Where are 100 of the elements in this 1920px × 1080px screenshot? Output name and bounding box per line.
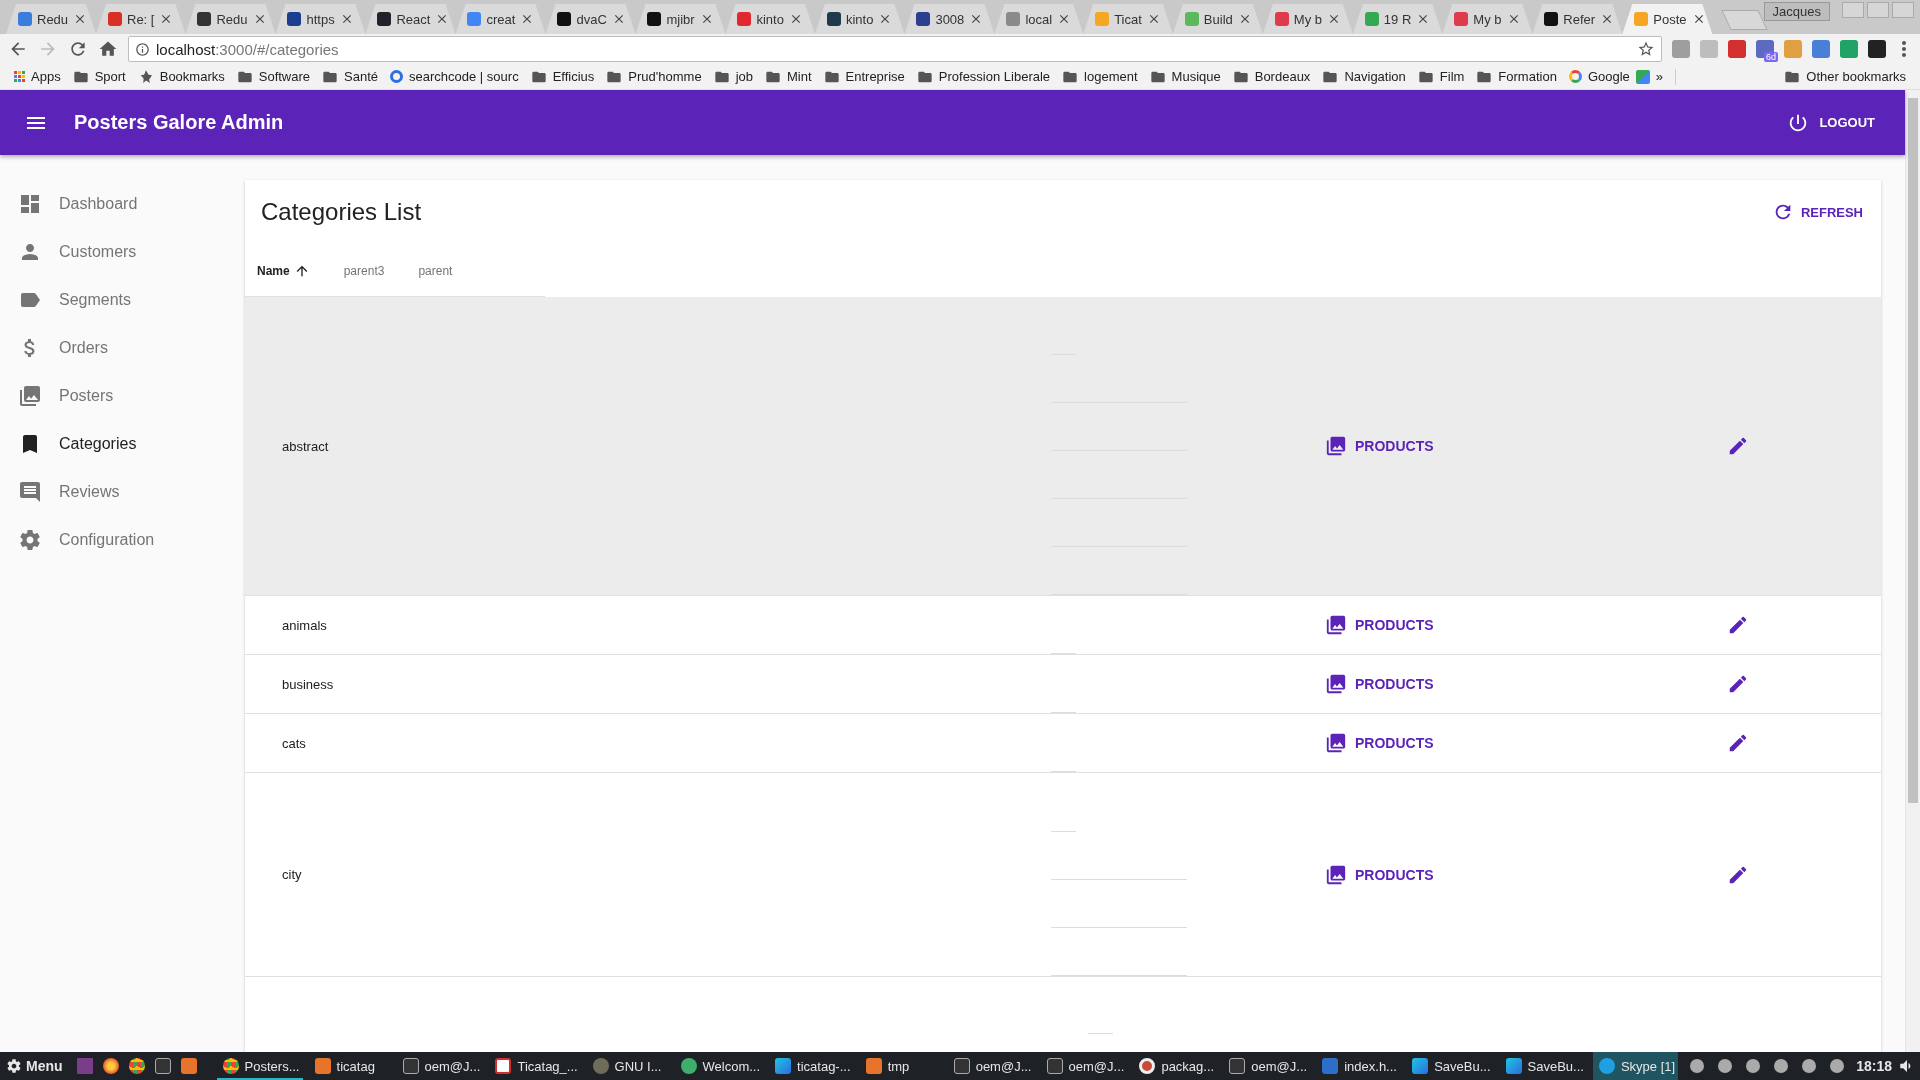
sidebar-item[interactable]: Reviews xyxy=(0,468,245,516)
browser-tab[interactable]: Re: [ xyxy=(96,4,186,34)
bookmark-item[interactable]: Navigation xyxy=(1316,68,1412,85)
browser-tab[interactable]: Poste xyxy=(1622,4,1713,34)
sidebar-item[interactable]: Categories xyxy=(0,420,245,468)
browser-tab[interactable]: Refer xyxy=(1532,4,1623,34)
clock: 18:18 xyxy=(1856,1058,1892,1074)
terminal-icon[interactable] xyxy=(154,1058,171,1074)
products-link[interactable]: PRODUCTS xyxy=(1321,608,1438,642)
browser-tab[interactable]: Redu xyxy=(185,4,276,34)
taskbar-window[interactable]: GNU I... xyxy=(586,1052,669,1080)
table-cell-text: abstract xyxy=(281,438,330,454)
scrollbar-thumb[interactable] xyxy=(1908,98,1918,803)
sidebar-item[interactable]: Dashboard xyxy=(0,180,245,228)
map-icon[interactable] xyxy=(1635,69,1650,84)
bookmark-item[interactable]: Bookmarks xyxy=(131,68,231,85)
taskbar-window[interactable]: Posters... xyxy=(216,1052,303,1080)
sidebar-item[interactable]: Configuration xyxy=(0,516,245,564)
refresh-button[interactable]: REFRESH xyxy=(1765,195,1869,229)
address-field[interactable]: localhost:3000/#/categories xyxy=(128,36,1662,62)
terminal-icon xyxy=(1046,1058,1063,1074)
sidebar-item[interactable]: Segments xyxy=(0,276,245,324)
menu-button[interactable]: Menu xyxy=(4,1058,71,1074)
products-link[interactable]: PRODUCTS xyxy=(1321,726,1438,760)
browser-tab[interactable]: Redu xyxy=(6,4,96,34)
products-link[interactable]: PRODUCTS xyxy=(1321,429,1438,463)
bookmark-item[interactable]: Sport xyxy=(66,68,132,85)
terminal-icon xyxy=(402,1058,419,1074)
logout-button[interactable]: LOGOUT xyxy=(1773,103,1889,142)
column-header[interactable]: parent xyxy=(406,264,475,278)
bookmark-item[interactable]: Entreprise xyxy=(817,68,911,85)
browser-tab[interactable]: React xyxy=(365,4,456,34)
app-title: Posters Galore Admin xyxy=(74,111,285,134)
bookmark-item[interactable]: Apps xyxy=(8,69,67,84)
bookmark-item[interactable]: logement xyxy=(1056,68,1144,85)
bookmark-item[interactable]: Other bookmarks xyxy=(1778,68,1912,85)
bookmark-item[interactable]: Formation xyxy=(1470,68,1563,85)
browser-tab[interactable]: Ticat xyxy=(1083,4,1173,34)
browser-tab[interactable]: My b xyxy=(1442,4,1533,34)
taskbar-window[interactable]: oem@J... xyxy=(1040,1052,1128,1080)
browser-tab[interactable]: My b xyxy=(1262,4,1353,34)
column-header[interactable]: parent3 xyxy=(331,264,407,278)
browser-tab[interactable]: Build xyxy=(1172,4,1263,34)
home-icon xyxy=(98,39,118,59)
gear-icon xyxy=(6,1058,22,1074)
browser-tab[interactable]: mjibr xyxy=(635,4,726,34)
bookmark-item[interactable]: Bordeaux xyxy=(1226,68,1317,85)
bookmark-item[interactable]: Software xyxy=(230,68,317,85)
bookmark-item[interactable]: job xyxy=(707,68,759,85)
ring-icon xyxy=(390,70,404,83)
more-icon[interactable] xyxy=(1902,41,1906,57)
extension-icon[interactable] xyxy=(1868,40,1886,58)
table-cell-text: business xyxy=(281,676,335,692)
taskbar-window[interactable]: packag... xyxy=(1133,1052,1218,1080)
profile-button[interactable]: Jacques xyxy=(1763,2,1830,21)
taskbar-window[interactable]: ticatag-... xyxy=(769,1052,854,1080)
images-icon xyxy=(1325,673,1347,695)
sidebar-item[interactable]: Customers xyxy=(0,228,245,276)
taskbar-window[interactable]: ticatag xyxy=(308,1052,391,1080)
sidebar-item[interactable]: Orders xyxy=(0,324,245,372)
taskbar-window[interactable]: Skype [1] xyxy=(1592,1052,1679,1080)
column-header[interactable]: Name xyxy=(245,263,332,279)
reload-icon xyxy=(68,39,88,59)
bookmark-item[interactable]: Google xyxy=(1562,69,1636,84)
dashboard-icon xyxy=(18,192,42,216)
table-cell-text: city xyxy=(281,867,303,882)
extension-badge: 6d xyxy=(1764,52,1778,62)
bookmark-item[interactable]: Film xyxy=(1411,68,1471,85)
bookmark-item[interactable]: Profession Liberale xyxy=(910,68,1057,85)
browser-tab[interactable]: kinto xyxy=(814,4,905,34)
products-link[interactable]: PRODUCTS xyxy=(1321,857,1438,892)
more-bookmarks-button[interactable]: » xyxy=(1649,69,1670,84)
bookmark-item[interactable]: Prud'homme xyxy=(600,68,708,85)
sidebar-item[interactable]: Posters xyxy=(0,372,245,420)
browser-tab[interactable]: 3008 xyxy=(904,4,995,34)
browser-tab[interactable]: kinto xyxy=(725,4,815,34)
taskbar-window[interactable]: Welcom... xyxy=(674,1052,764,1080)
taskbar-window[interactable]: oem@J... xyxy=(1223,1052,1311,1080)
taskbar-window[interactable]: oem@J... xyxy=(396,1052,484,1080)
taskbar-window[interactable]: SaveBu... xyxy=(1406,1052,1494,1080)
browser-tab[interactable]: https xyxy=(275,4,366,34)
bookmark-item[interactable]: Mint xyxy=(759,68,818,85)
bookmark-item[interactable]: Efficius xyxy=(524,68,601,85)
bookmark-item[interactable]: searchcode | sourc xyxy=(384,69,525,84)
browser-tab[interactable]: creat xyxy=(455,4,546,34)
taskbar-window[interactable]: tmp xyxy=(859,1052,942,1080)
comment-icon xyxy=(18,480,42,504)
browser-tab[interactable]: dvaC xyxy=(545,4,636,34)
taskbar-window[interactable]: oem@J... xyxy=(947,1052,1035,1080)
bookmark-item[interactable]: Santé xyxy=(316,68,385,85)
taskbar-window[interactable]: Ticatag_... xyxy=(489,1052,581,1080)
taskbar-window[interactable]: index.h... xyxy=(1316,1052,1401,1080)
bookmark-item[interactable]: Musique xyxy=(1143,68,1227,85)
images-icon xyxy=(18,384,42,408)
browser-tab[interactable]: local xyxy=(994,4,1084,34)
terminal-icon xyxy=(953,1058,970,1074)
browser-tab[interactable]: 19 R xyxy=(1352,4,1443,34)
taskbar-window[interactable]: SaveBu... xyxy=(1499,1052,1587,1080)
apps-grid-icon xyxy=(14,71,25,82)
products-link[interactable]: PRODUCTS xyxy=(1321,667,1438,701)
